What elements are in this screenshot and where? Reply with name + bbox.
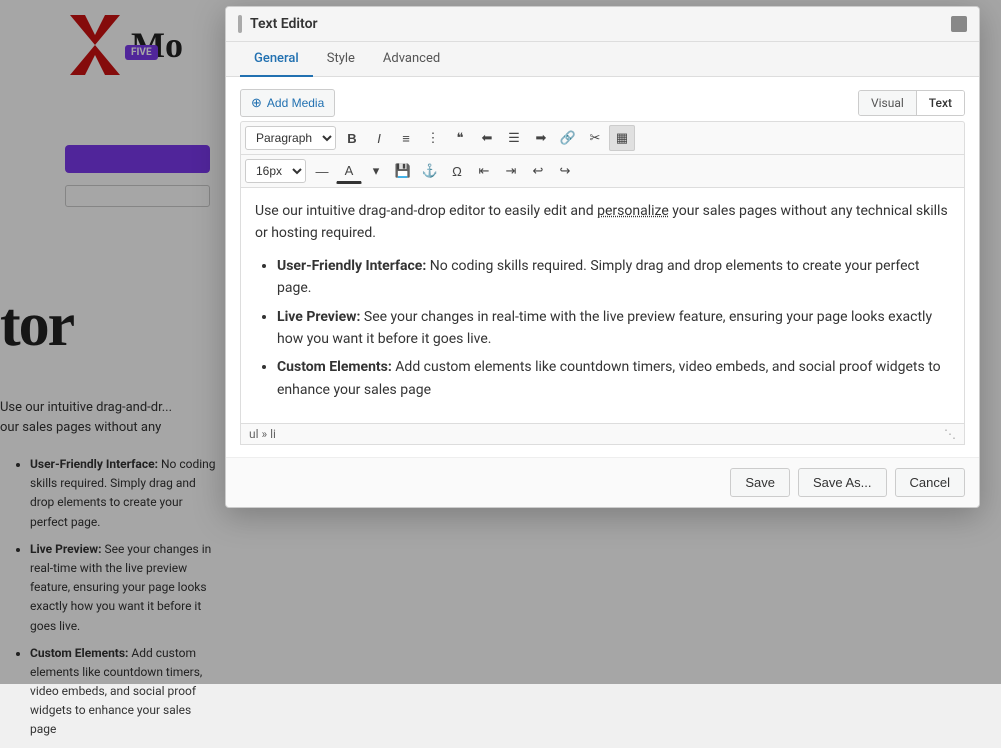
unlink-button[interactable]: ✂: [582, 125, 608, 151]
modal-title-text: Text Editor: [250, 16, 318, 32]
redo-button[interactable]: ↪: [552, 158, 578, 184]
editor-statusbar: ul » li ⋱: [240, 424, 965, 445]
color-dropdown-button[interactable]: ▾: [363, 158, 389, 184]
text-tab[interactable]: Text: [916, 91, 964, 115]
align-right-button[interactable]: ➡: [528, 125, 554, 151]
indent-button[interactable]: ⇥: [498, 158, 524, 184]
list-item-friendly: User-Friendly Interface: No coding skill…: [277, 255, 950, 300]
save-button[interactable]: Save: [730, 468, 790, 497]
tab-advanced[interactable]: Advanced: [369, 42, 454, 77]
list-item-custom: Custom Elements: Add custom elements lik…: [277, 356, 950, 401]
visual-text-tabs: Visual Text: [858, 90, 965, 116]
omega-button[interactable]: Ω: [444, 158, 470, 184]
editor-area: ⊕ Add Media Visual Text Paragraph Headin…: [226, 77, 979, 457]
em-dash-button[interactable]: —: [309, 158, 335, 184]
link-button[interactable]: 🔗: [555, 125, 581, 151]
modal-tabs: General Style Advanced: [226, 42, 979, 77]
editor-list: User-Friendly Interface: No coding skill…: [255, 255, 950, 401]
editor-paragraph: Use our intuitive drag-and-drop editor t…: [255, 200, 950, 245]
add-media-icon: ⊕: [251, 95, 262, 111]
list-item-preview: Live Preview: See your changes in real-t…: [277, 306, 950, 351]
personalize-text: personalize: [597, 203, 669, 219]
paragraph-select[interactable]: Paragraph Heading 1 Heading 2 Heading 3: [245, 126, 336, 150]
modal-title-left: Text Editor: [238, 15, 318, 33]
table-button[interactable]: ▦: [609, 125, 635, 151]
drag-handle-icon: [238, 15, 242, 33]
resize-handle-icon[interactable]: ⋱: [944, 427, 956, 441]
editor-path: ul » li: [249, 427, 276, 441]
save-as-button[interactable]: Save As...: [798, 468, 887, 497]
modal-footer: Save Save As... Cancel: [226, 457, 979, 507]
format-toolbar-row1: Paragraph Heading 1 Heading 2 Heading 3 …: [240, 121, 965, 155]
save-draft-button[interactable]: 💾: [390, 158, 416, 184]
align-center-button[interactable]: ☰: [501, 125, 527, 151]
blockquote-button[interactable]: ❝: [447, 125, 473, 151]
undo-button[interactable]: ↩: [525, 158, 551, 184]
bold-button[interactable]: B: [339, 125, 365, 151]
unordered-list-button[interactable]: ≡: [393, 125, 419, 151]
tab-general[interactable]: General: [240, 42, 313, 77]
format-toolbar-row2: 16px 12px 14px 18px 24px — A ▾ 💾 ⚓ Ω ⇤ ⇥…: [240, 155, 965, 188]
add-media-label: Add Media: [267, 96, 324, 110]
ordered-list-button[interactable]: ⋮: [420, 125, 446, 151]
text-editor-modal: Text Editor General Style Advanced ⊕ Add…: [225, 6, 980, 508]
align-left-button[interactable]: ⬅: [474, 125, 500, 151]
cancel-button[interactable]: Cancel: [895, 468, 965, 497]
editor-content-area[interactable]: Use our intuitive drag-and-drop editor t…: [240, 188, 965, 424]
text-color-button[interactable]: A: [336, 158, 362, 184]
modal-close-button[interactable]: [951, 16, 967, 32]
tab-style[interactable]: Style: [313, 42, 369, 77]
font-size-select[interactable]: 16px 12px 14px 18px 24px: [245, 159, 306, 183]
modal-titlebar: Text Editor: [226, 7, 979, 42]
toolbar-top-row: ⊕ Add Media Visual Text: [240, 89, 965, 117]
anchor-button[interactable]: ⚓: [417, 158, 443, 184]
visual-tab[interactable]: Visual: [859, 91, 916, 115]
italic-button[interactable]: I: [366, 125, 392, 151]
outdent-button[interactable]: ⇤: [471, 158, 497, 184]
add-media-button[interactable]: ⊕ Add Media: [240, 89, 335, 117]
